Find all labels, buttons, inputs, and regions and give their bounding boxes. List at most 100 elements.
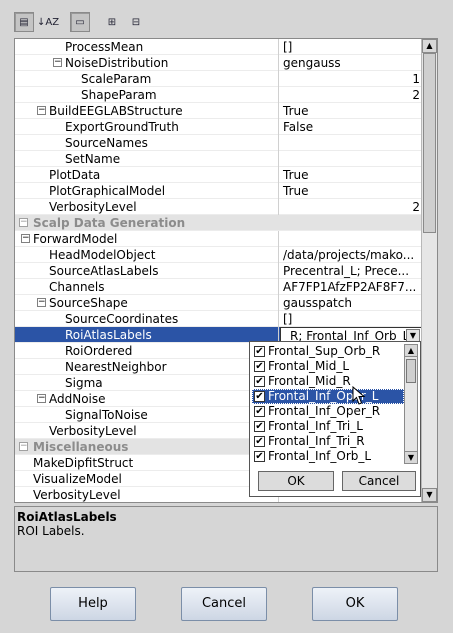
property-row[interactable]: − ForwardModel [15,231,422,247]
scroll-thumb[interactable] [423,53,436,233]
property-name-cell: ShapeParam [15,87,279,103]
property-row[interactable]: PlotData True [15,167,422,183]
property-value-cell[interactable]: True [280,103,422,119]
property-row[interactable]: SourceAtlasLabels Precentral_L; Prece... [15,263,422,279]
roi-labels-dropdown[interactable]: ✔ Frontal_Sup_Orb_R ✔ Frontal_Mid_L ✔ Frontal… [249,341,421,497]
checkbox-icon[interactable]: ✔ [254,376,265,387]
property-row[interactable]: ScaleParam 1 [15,71,422,87]
roi-label-text: Frontal_Mid_L [268,359,350,373]
categorized-view-icon[interactable]: ▤ [14,12,34,32]
property-name-cell: − Scalp Data Generation [15,215,422,231]
property-name-cell: − NoiseDistribution [15,55,279,71]
checkbox-icon[interactable]: ✔ [254,361,265,372]
scroll-down-arrow-icon[interactable]: ▼ [404,451,418,464]
property-value-cell[interactable]: [] [280,39,422,55]
collapse-all-icon[interactable]: ⊟ [126,12,146,32]
roi-label-option[interactable]: ✔ Frontal_Inf_Tri_L [252,419,404,434]
property-row[interactable]: SourceCoordinates [] [15,311,422,327]
property-row[interactable]: − NoiseDistribution gengauss [15,55,422,71]
dropdown-cancel-button[interactable]: Cancel [342,471,416,491]
collapse-toggle-icon[interactable]: − [37,106,46,115]
property-name-cell: ProcessMean [15,39,279,55]
property-value-cell[interactable]: /data/projects/mako... [280,247,422,263]
roi-label-option[interactable]: ✔ Frontal_Inf_Orb_L [252,449,404,464]
roi-label-text: Frontal_Inf_Orb_L [268,449,372,463]
roi-label-option[interactable]: ✔ Frontal_Inf_Oper_R [252,404,404,419]
property-name-cell: Sigma [15,375,279,391]
property-value-cell[interactable] [280,231,422,247]
checkbox-icon[interactable]: ✔ [254,346,265,357]
property-value-cell[interactable]: 1 [280,71,422,87]
property-name-label: VerbosityLevel [33,488,121,502]
property-value-cell[interactable]: True [280,183,422,199]
collapse-toggle-icon[interactable]: − [37,394,46,403]
property-name-label: SignalToNoise [65,408,148,422]
property-name-cell: − BuildEEGLABStructure [15,103,279,119]
category-row[interactable]: − Scalp Data Generation [15,215,422,231]
property-value-text: True [283,104,309,118]
roi-label-option[interactable]: ✔ Frontal_Mid_L [252,359,404,374]
collapse-toggle-icon[interactable]: − [53,58,62,67]
cancel-button[interactable]: Cancel [181,587,267,621]
property-row[interactable]: ProcessMean [] [15,39,422,55]
property-value-text: True [283,168,309,182]
checkbox-icon[interactable]: ✔ [254,436,265,447]
property-row[interactable]: Channels AF7FP1AfzFP2AF8F7... [15,279,422,295]
property-value-cell[interactable]: 2 [280,87,422,103]
property-value-cell[interactable]: Precentral_L; Prece... [280,263,422,279]
sort-alpha-icon[interactable]: ↓AZ [37,12,59,32]
property-name-cell: ScaleParam [15,71,279,87]
property-value-cell[interactable]: [] [280,311,422,327]
property-value-cell[interactable]: False [280,119,422,135]
scroll-down-arrow-icon[interactable]: ▼ [422,488,437,502]
checkbox-icon[interactable]: ✔ [254,391,265,402]
property-value-cell[interactable] [280,151,422,167]
property-name-cell: − ForwardModel [15,231,279,247]
dropdown-scrollbar[interactable]: ▲ ▼ [404,344,418,464]
property-row[interactable]: − SourceShape gausspatch [15,295,422,311]
collapse-toggle-icon[interactable]: − [19,218,28,227]
description-toggle-icon[interactable]: ▭ [70,12,90,32]
property-name-label: Sigma [65,376,103,390]
property-value-text: AF7FP1AfzFP2AF8F7... [283,280,417,294]
property-value-cell[interactable]: 2 [280,199,422,215]
scroll-up-arrow-icon[interactable]: ▲ [422,39,437,53]
property-row[interactable]: SetName [15,151,422,167]
property-name-cell: HeadModelObject [15,247,279,263]
checkbox-icon[interactable]: ✔ [254,406,265,417]
property-row[interactable]: SourceNames [15,135,422,151]
property-row[interactable]: VerbosityLevel 2 [15,199,422,215]
property-name-cell: RoiAtlasLabels [15,327,279,343]
property-row[interactable]: − BuildEEGLABStructure True [15,103,422,119]
roi-label-option[interactable]: ✔ Frontal_Mid_R [252,374,404,389]
ok-button[interactable]: OK [312,587,398,621]
property-row[interactable]: HeadModelObject/data/projects/mako... [15,247,422,263]
property-value-cell[interactable]: gausspatch [280,295,422,311]
roi-label-text: Frontal_Inf_Oper_R [268,404,381,418]
roi-label-option[interactable]: ✔ Frontal_Sup_Orb_R [252,344,404,359]
property-value-cell[interactable] [280,135,422,151]
collapse-toggle-icon[interactable]: − [19,442,28,451]
property-name-cell: ExportGroundTruth [15,119,279,135]
property-name-cell: − AddNoise [15,391,279,407]
property-value-cell[interactable]: gengauss [280,55,422,71]
dropdown-ok-button[interactable]: OK [258,471,334,491]
help-button[interactable]: Help [50,587,136,621]
property-name-cell: PlotData [15,167,279,183]
collapse-toggle-icon[interactable]: − [37,298,46,307]
roi-label-option[interactable]: ✔ Frontal_Inf_Oper_L [252,389,404,404]
property-value-cell[interactable]: True [280,167,422,183]
property-row[interactable]: ExportGroundTruth False [15,119,422,135]
dropdown-scroll-thumb[interactable] [406,359,416,383]
property-row[interactable]: ShapeParam 2 [15,87,422,103]
roi-label-option[interactable]: ✔ Frontal_Inf_Tri_R [252,434,404,449]
property-row[interactable]: PlotGraphicalModel True [15,183,422,199]
scroll-up-arrow-icon[interactable]: ▲ [404,344,418,357]
checkbox-icon[interactable]: ✔ [254,421,265,432]
expand-all-icon[interactable]: ⊞ [102,12,122,32]
property-value-cell[interactable]: AF7FP1AfzFP2AF8F7... [280,279,422,295]
checkbox-icon[interactable]: ✔ [254,451,265,462]
property-value-text: gengauss [283,56,341,70]
collapse-toggle-icon[interactable]: − [21,234,30,243]
property-grid-scrollbar[interactable]: ▲ ▼ [421,39,437,502]
